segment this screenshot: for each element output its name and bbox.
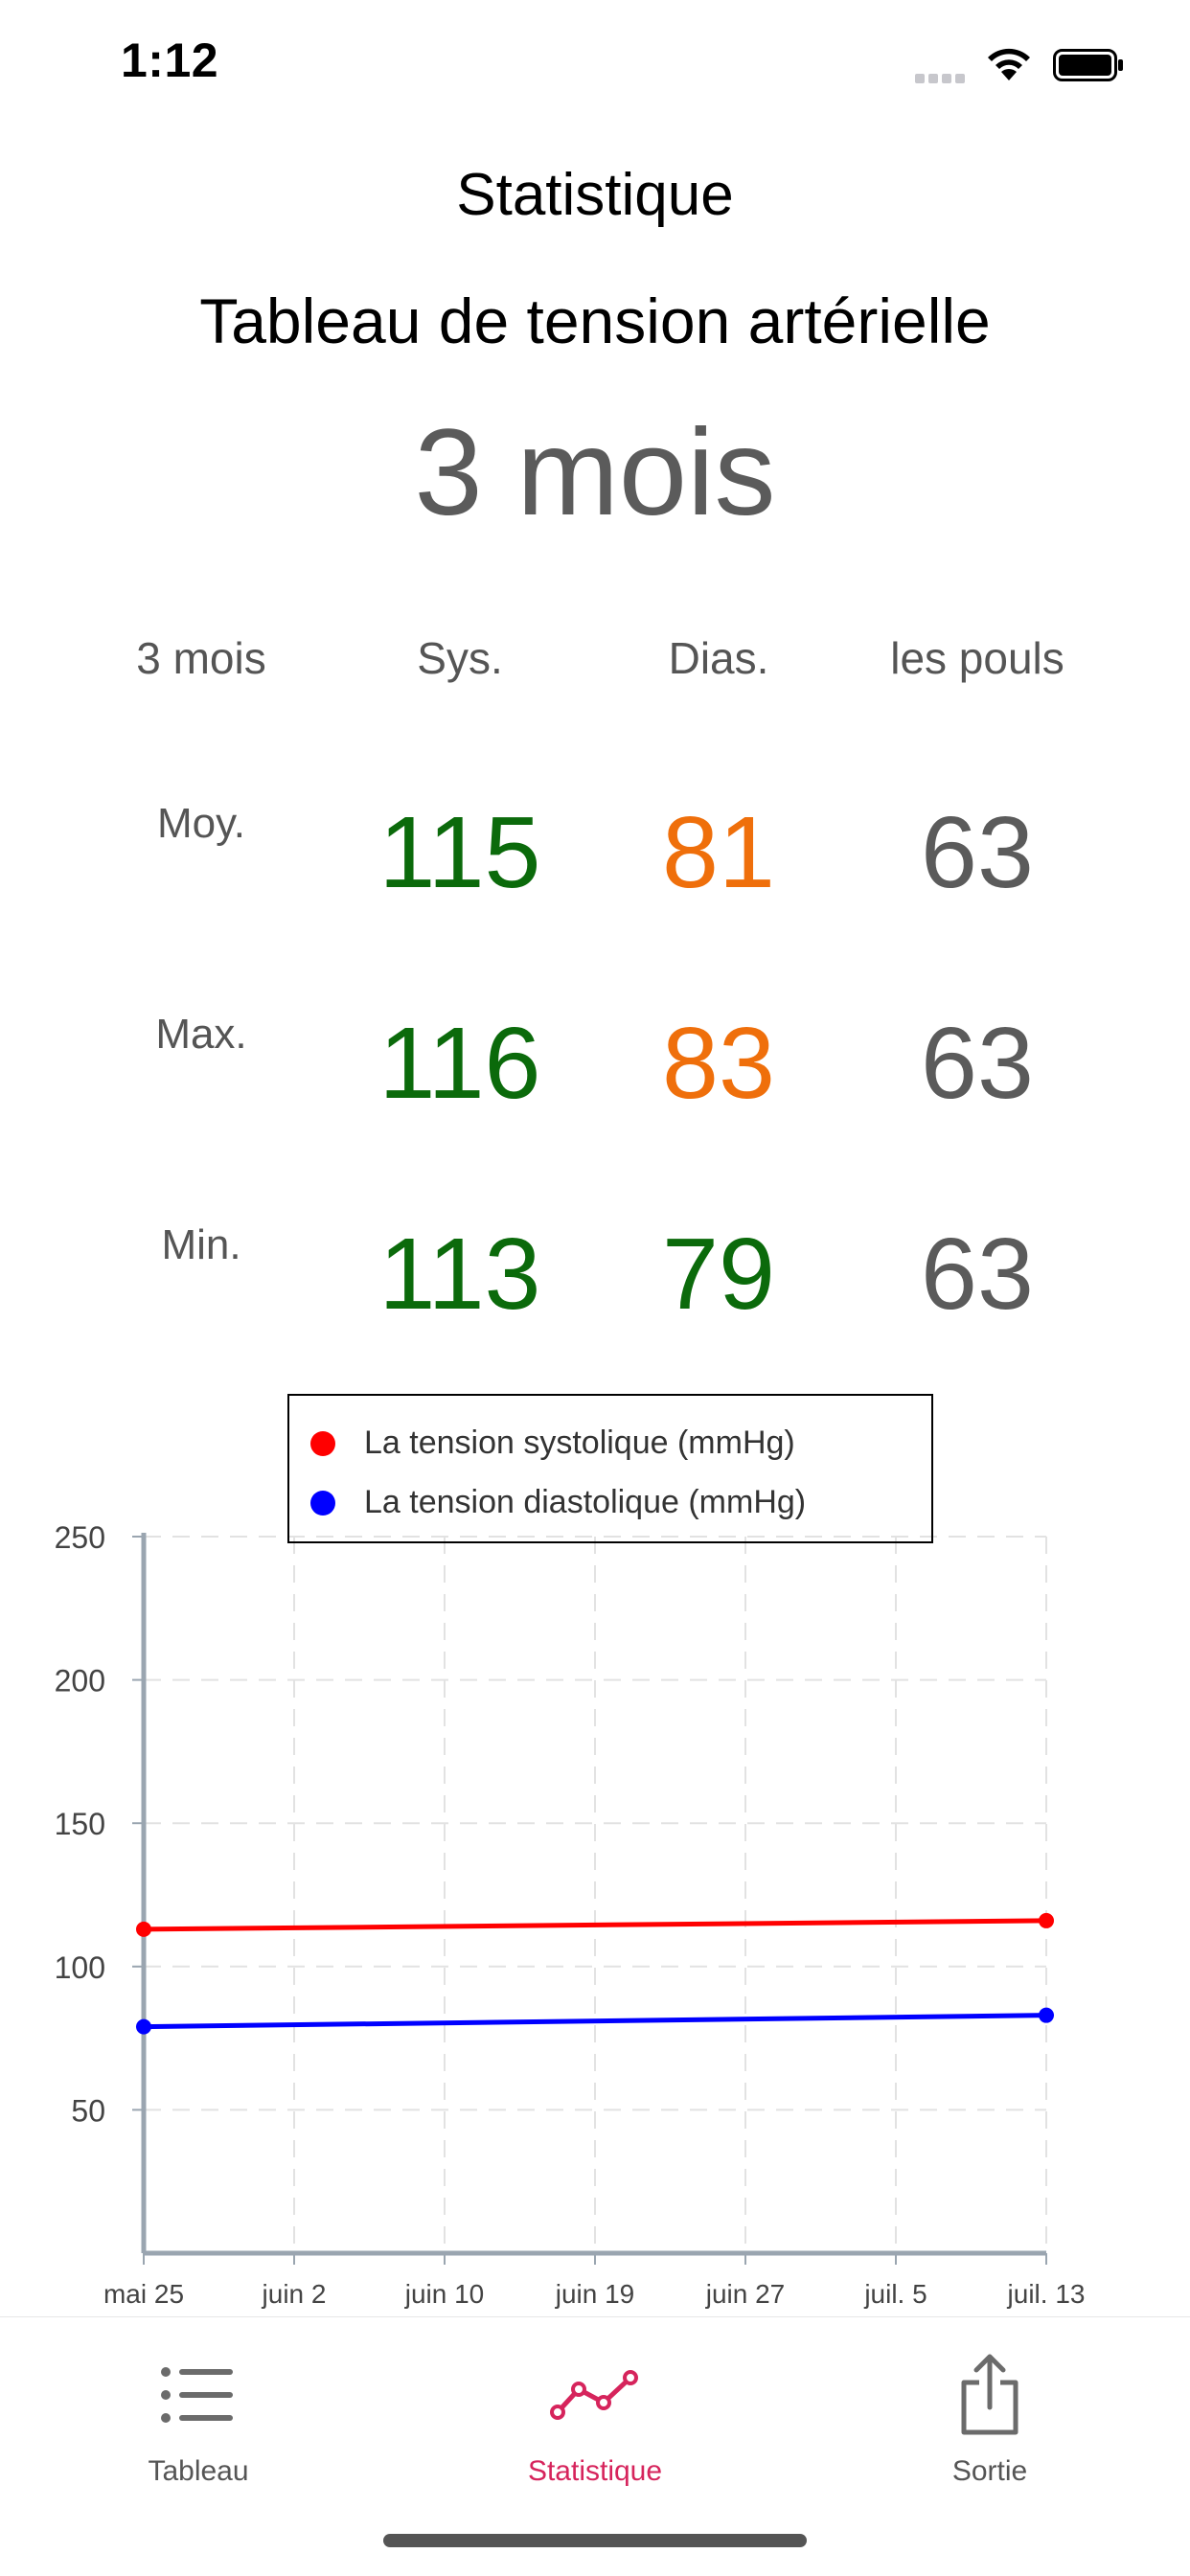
legend-label-diastolic: La tension diastolique (mmHg) (364, 1484, 807, 1520)
x-tick-label: juil. 5 (863, 2279, 927, 2309)
list-icon (55, 2356, 342, 2434)
row-label-max: Max. (155, 1011, 247, 1058)
y-tick-label: 250 (55, 1520, 105, 1555)
home-indicator (383, 2534, 807, 2547)
column-header-dias: Dias. (668, 633, 769, 683)
wifi-icon (984, 44, 1034, 82)
min-sys-value: 113 (378, 1218, 541, 1331)
column-header-pulse: les pouls (890, 633, 1064, 683)
x-tick-label: juin 10 (404, 2279, 485, 2309)
line-chart-icon (451, 2356, 739, 2434)
tab-sortie-label: Sortie (951, 2455, 1028, 2487)
y-tick-label: 50 (71, 2093, 105, 2128)
chart-legend: La tension systolique (mmHg) La tension … (287, 1394, 933, 1543)
chart-heading: Tableau de tension artérielle (199, 285, 991, 356)
legend-marker-systolic (310, 1430, 335, 1456)
avg-sys-value: 115 (378, 796, 541, 909)
legend-label-systolic: La tension systolique (mmHg) (364, 1425, 795, 1461)
x-tick-label: juin 19 (555, 2279, 635, 2309)
y-tick-label: 100 (55, 1950, 105, 1985)
min-pulse-value: 63 (921, 1218, 1034, 1331)
legend-marker-diastolic (310, 1490, 335, 1516)
x-tick-label: juil. 13 (1007, 2279, 1086, 2309)
column-header-sys: Sys. (417, 633, 503, 683)
row-label-min: Min. (161, 1221, 241, 1268)
data-point (136, 1921, 151, 1937)
avg-dias-value: 81 (662, 796, 775, 909)
min-dias-value: 79 (662, 1218, 775, 1331)
max-pulse-value: 63 (921, 1007, 1034, 1120)
blood-pressure-chart: 250 200 150 100 50 mai 25 juin 2 juin 10 juin 19… (55, 1520, 1086, 2309)
row-label-avg: Moy. (156, 800, 246, 847)
y-tick-label: 200 (55, 1664, 105, 1698)
column-header-period: 3 mois (136, 633, 266, 683)
tab-statistique[interactable]: Statistique (451, 2356, 739, 2488)
series-line-1 (143, 2013, 1047, 2030)
max-dias-value: 83 (662, 1007, 775, 1120)
share-icon (846, 2354, 1133, 2435)
x-tick-label: mai 25 (103, 2279, 184, 2309)
y-tick-label: 150 (55, 1807, 105, 1841)
max-sys-value: 116 (378, 1007, 541, 1120)
data-point (136, 2018, 151, 2035)
tab-statistique-label: Statistique (527, 2455, 663, 2487)
data-point (1039, 1912, 1054, 1928)
x-tick-label: juin 27 (705, 2279, 786, 2309)
battery-icon (1053, 49, 1124, 81)
tab-tableau[interactable]: Tableau (55, 2356, 342, 2488)
legend-item-diastolic: La tension diastolique (mmHg) (310, 1484, 806, 1521)
cellular-signal-icon (915, 71, 969, 83)
legend-item-systolic: La tension systolique (mmHg) (310, 1425, 795, 1462)
status-time: 1:12 (121, 34, 219, 87)
tab-tableau-label: Tableau (148, 2455, 249, 2487)
data-point (1039, 2007, 1054, 2023)
x-tick-label: juin 2 (262, 2279, 327, 2309)
tab-sortie[interactable]: Sortie (846, 2354, 1133, 2488)
avg-pulse-value: 63 (921, 796, 1034, 909)
period-heading: 3 mois (414, 404, 776, 541)
page-title: Statistique (456, 162, 734, 228)
